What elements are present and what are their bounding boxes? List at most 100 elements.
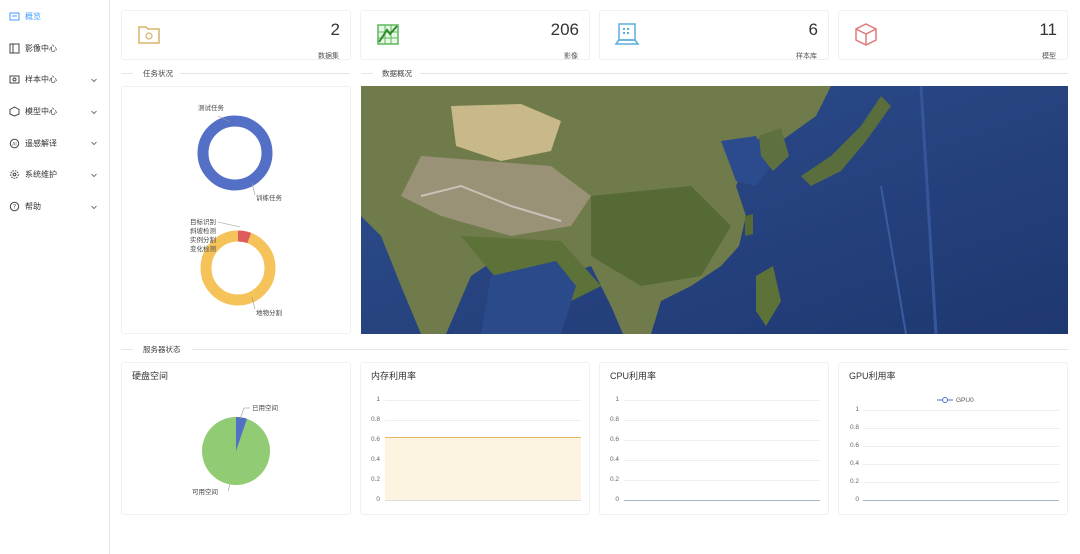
cpu-usage-card: CPU利用率 1 0.8 0.6 0.4 0.2 0 xyxy=(599,362,829,515)
map-taiwan xyxy=(745,214,753,236)
sidebar-item-overview[interactable]: 概览 xyxy=(0,1,109,33)
panel-title: GPU利用率 xyxy=(849,371,896,381)
panel-title: CPU利用率 xyxy=(610,371,657,381)
grid-line xyxy=(385,420,581,421)
task-donut-charts: 测试任务 训练任务 目标识别 斜坡检测 实例分割 变化检测 地物分割 xyxy=(190,103,283,317)
label-leader-line xyxy=(217,221,241,228)
y-tick-label: 0.6 xyxy=(609,436,619,443)
remote-sensing-icon: AI xyxy=(9,138,20,149)
y-tick-label: 0 xyxy=(376,496,380,503)
y-tick-label: 0.8 xyxy=(370,416,380,423)
gpu-line xyxy=(863,500,1059,501)
chevron-down-icon xyxy=(91,205,97,209)
sidebar-item-help[interactable]: ? 帮助 xyxy=(0,191,109,223)
dataset-folder-icon xyxy=(138,26,160,44)
sidebar-item-label: 系统维护 xyxy=(25,170,57,180)
satellite-map[interactable] xyxy=(361,86,1068,334)
stat-label: 样本库 xyxy=(796,53,817,60)
sidebar-item-remote-sensing[interactable]: AI 遥感解译 xyxy=(0,127,109,159)
y-tick-label: 0.8 xyxy=(609,416,619,423)
stat-label: 数据集 xyxy=(318,53,339,60)
y-tick-label: 0.6 xyxy=(849,442,859,449)
memory-area-fill xyxy=(385,437,581,500)
chevron-down-icon xyxy=(91,78,97,83)
sample-library-icon xyxy=(614,23,640,45)
sidebar-item-sample-center[interactable]: 样本中心 xyxy=(0,64,109,96)
label-landcover-segmentation: 地物分割 xyxy=(256,308,283,317)
y-tick-label: 1 xyxy=(615,396,619,403)
donut-slope-detection-slice[interactable] xyxy=(237,230,252,244)
label-leader-line xyxy=(239,407,245,420)
y-tick-label: 1 xyxy=(376,396,380,403)
stat-card-datasets[interactable]: 2 数据集 xyxy=(121,10,351,60)
overview-icon xyxy=(9,11,20,22)
y-tick-label: 0.2 xyxy=(609,476,619,483)
donut-train-task-slice[interactable] xyxy=(197,115,273,191)
satellite-map-canvas xyxy=(361,86,1068,334)
stat-value: 6 xyxy=(808,20,818,39)
disk-pie-chart: 已用空间 可用空间 xyxy=(192,403,278,496)
y-tick-label: 0.4 xyxy=(849,460,859,467)
grid-line xyxy=(624,480,820,481)
section-divider xyxy=(420,73,1068,74)
grid-line xyxy=(624,460,820,461)
section-title-data-overview: 数据概况 xyxy=(382,69,412,78)
section-divider xyxy=(121,73,133,74)
gpu-legend[interactable]: GPU0 xyxy=(937,396,974,404)
section-title-task-status: 任务状况 xyxy=(143,69,173,78)
label-train-task: 训练任务 xyxy=(256,193,283,202)
y-tick-label: 0.4 xyxy=(609,456,619,463)
section-divider xyxy=(192,349,1068,350)
model-cube-icon xyxy=(855,23,877,46)
stat-card-images[interactable]: 206 影像 xyxy=(360,10,590,60)
chevron-down-icon xyxy=(91,110,97,114)
grid-line xyxy=(863,446,1059,447)
sample-center-icon xyxy=(9,74,20,85)
label-change-detection: 变化检测 xyxy=(190,244,217,253)
label-slope-detection: 斜坡检测 xyxy=(190,226,217,235)
gear-icon xyxy=(9,169,20,180)
grid-line xyxy=(624,400,820,401)
grid-line xyxy=(385,400,581,401)
legend-line-marker-icon xyxy=(937,397,953,403)
grid-line xyxy=(863,410,1059,411)
help-icon: ? xyxy=(9,201,20,212)
stat-card-samples[interactable]: 6 样本库 xyxy=(599,10,829,60)
stat-label: 影像 xyxy=(564,53,578,60)
main-content: 2 数据集 206 影像 6 样本库 11 模型 任务状况 数据概况 测试任务 … xyxy=(110,0,1080,554)
y-tick-label: 0.4 xyxy=(370,456,380,463)
section-divider xyxy=(180,73,350,74)
svg-text:?: ? xyxy=(13,203,16,210)
label-leader-line xyxy=(227,483,231,492)
label-free-space: 可用空间 xyxy=(192,487,218,496)
image-center-icon xyxy=(9,43,20,54)
image-map-icon xyxy=(377,24,399,45)
stat-value: 2 xyxy=(330,20,340,39)
y-tick-label: 0.2 xyxy=(849,478,859,485)
sidebar-item-image-center[interactable]: 影像中心 xyxy=(0,33,109,65)
stat-card-models[interactable]: 11 模型 xyxy=(838,10,1068,60)
y-tick-label: 1 xyxy=(855,406,859,413)
sidebar-item-label: 模型中心 xyxy=(25,107,57,117)
chevron-down-icon xyxy=(91,173,97,178)
y-tick-label: 0.2 xyxy=(370,476,380,483)
sidebar-item-model-center[interactable]: 模型中心 xyxy=(0,96,109,128)
chevron-down-icon xyxy=(91,142,97,146)
legend-label: GPU0 xyxy=(956,396,974,404)
sidebar-item-label: 影像中心 xyxy=(25,43,57,53)
section-divider xyxy=(361,73,373,74)
panel-title: 内存利用率 xyxy=(371,371,417,381)
y-tick-label: 0.8 xyxy=(849,424,859,431)
grid-line xyxy=(385,500,581,501)
section-title-server-status: 服务器状态 xyxy=(143,345,181,354)
grid-line xyxy=(624,440,820,441)
stat-label: 模型 xyxy=(1042,53,1056,60)
label-used-space: 已用空间 xyxy=(252,403,278,412)
disk-space-card: 硬盘空间 已用空间 可用空间 xyxy=(121,362,351,515)
grid-line xyxy=(863,464,1059,465)
sidebar-item-system[interactable]: 系统维护 xyxy=(0,159,109,191)
section-divider xyxy=(121,349,133,350)
gpu-usage-card: GPU利用率 GPU0 1 0.8 0.6 0.4 0.2 0 xyxy=(838,362,1068,515)
sidebar-item-label: 概览 xyxy=(25,12,41,22)
label-instance-segmentation: 实例分割 xyxy=(190,235,217,244)
